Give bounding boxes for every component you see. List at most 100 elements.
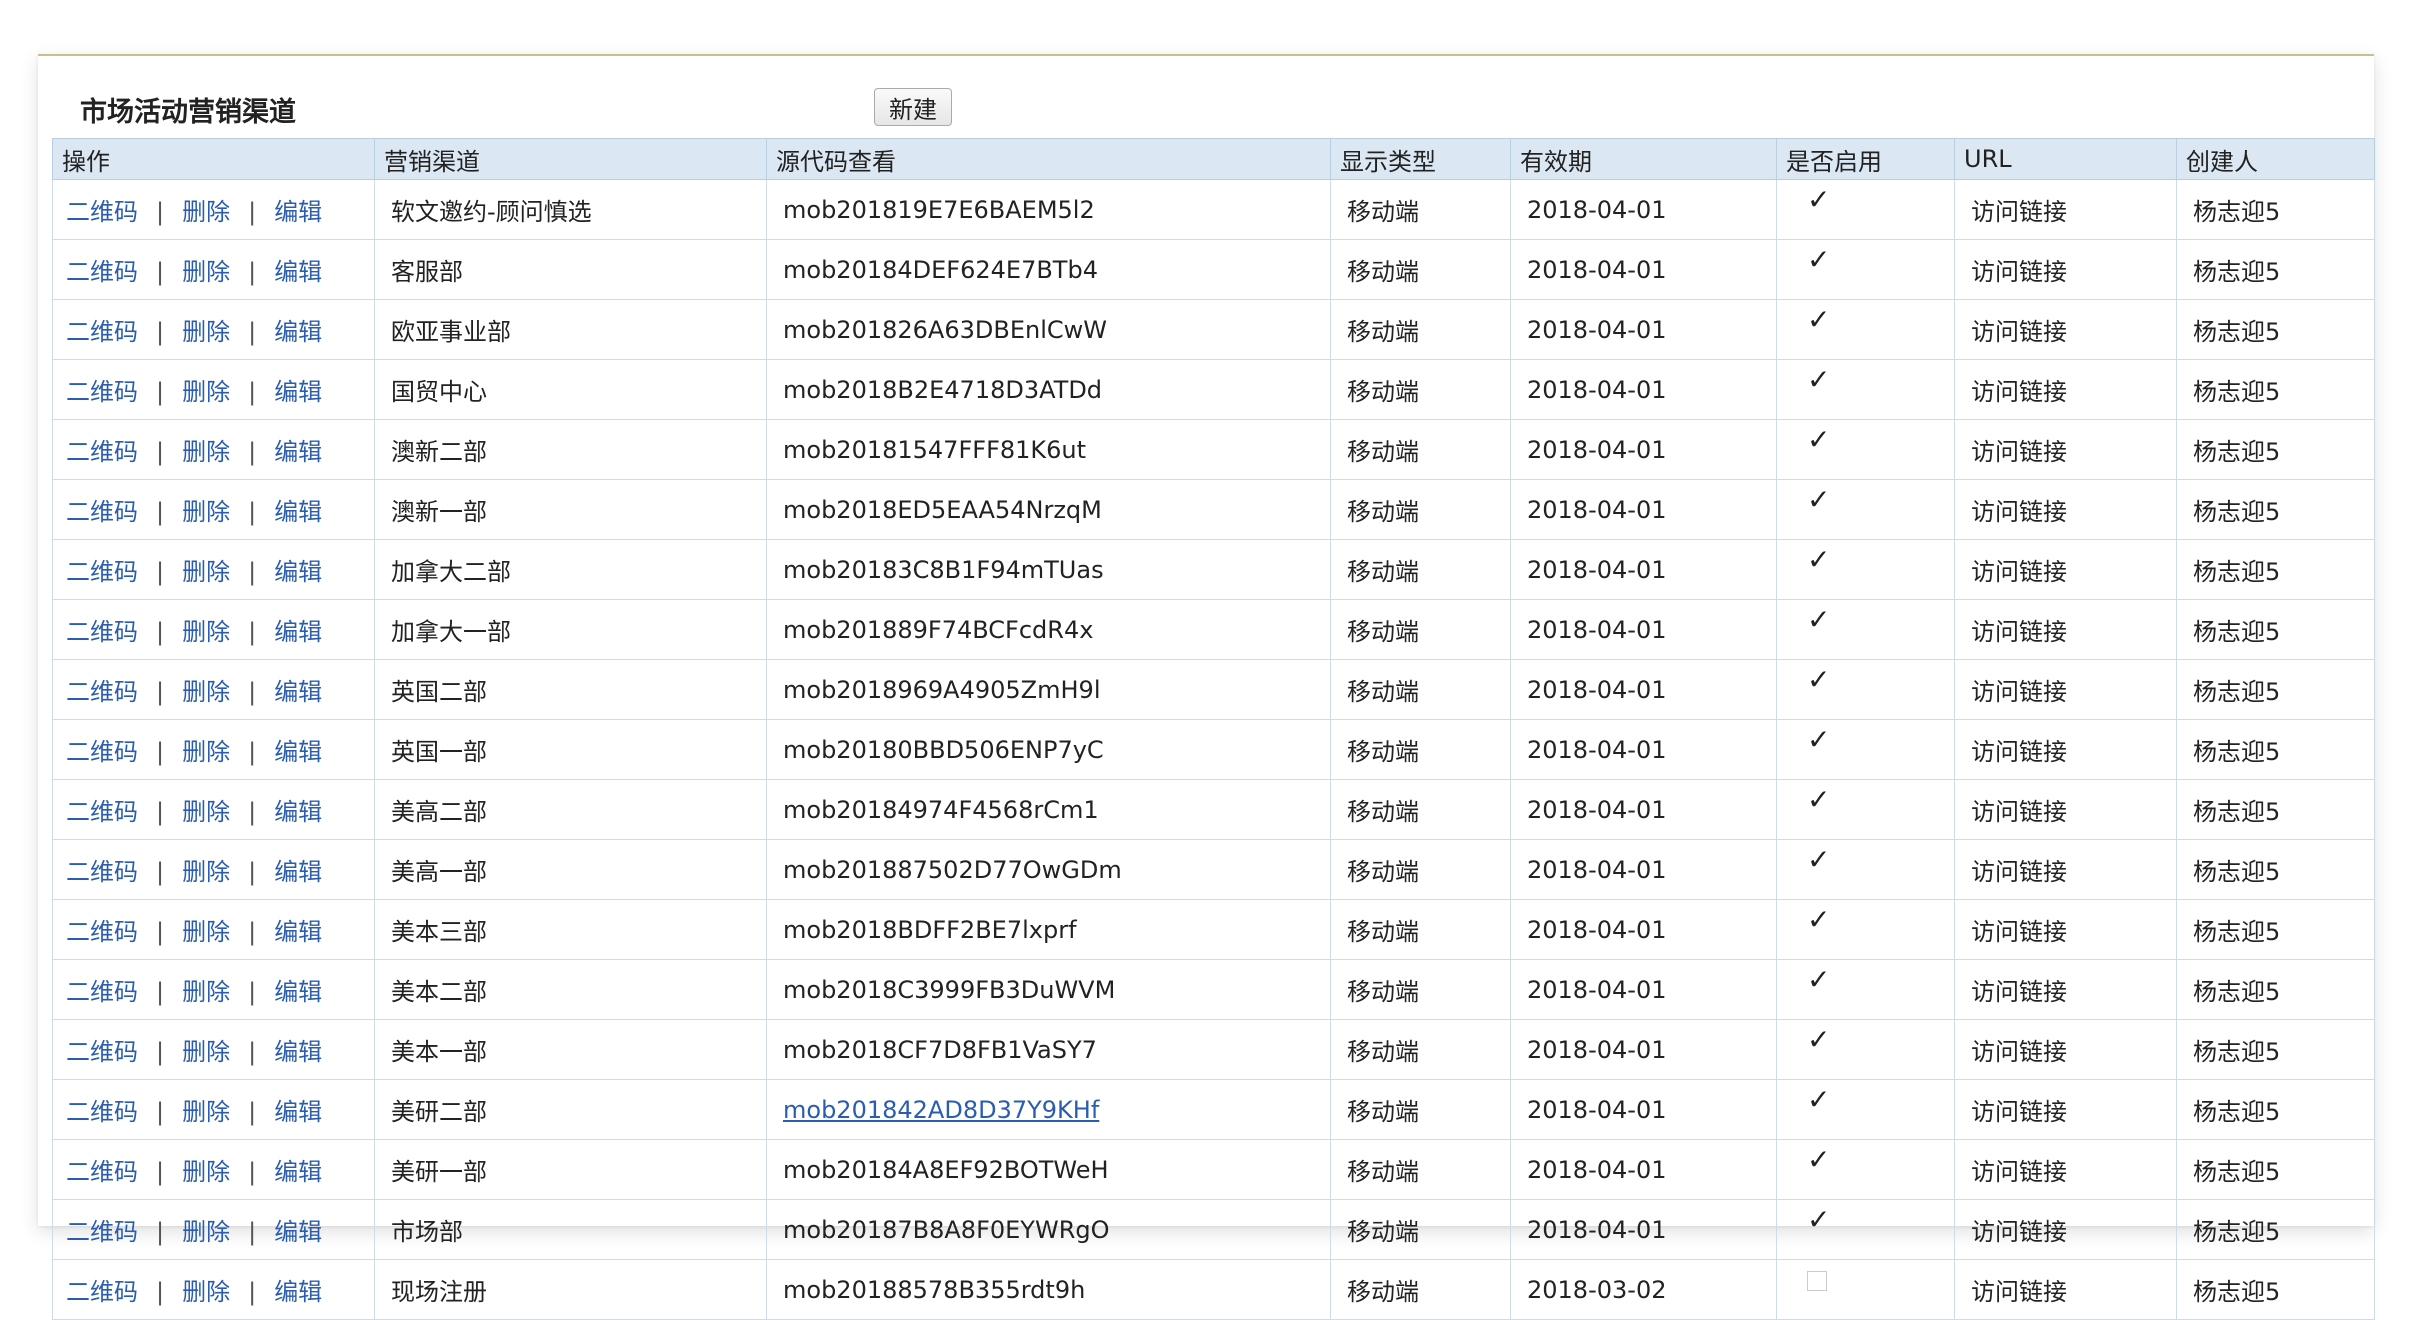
action-separator: | bbox=[156, 1218, 165, 1246]
qrcode-link[interactable]: 二维码 bbox=[66, 1218, 138, 1246]
delete-link[interactable]: 删除 bbox=[182, 1038, 230, 1066]
delete-link[interactable]: 删除 bbox=[182, 738, 230, 766]
source-code: mob20187B8A8F0EYWRgO bbox=[783, 1215, 1110, 1244]
edit-link[interactable]: 编辑 bbox=[274, 858, 322, 886]
enabled-cell: ✓ bbox=[1776, 899, 1955, 960]
edit-link[interactable]: 编辑 bbox=[274, 618, 322, 646]
edit-link[interactable]: 编辑 bbox=[274, 1098, 322, 1126]
action-separator: | bbox=[248, 1278, 257, 1306]
delete-link[interactable]: 删除 bbox=[182, 1158, 230, 1186]
delete-link[interactable]: 删除 bbox=[182, 438, 230, 466]
url-cell[interactable]: 访问链接 bbox=[1954, 1259, 2177, 1320]
qrcode-link[interactable]: 二维码 bbox=[66, 318, 138, 346]
source-code: mob2018BDFF2BE7lxprf bbox=[783, 915, 1077, 944]
channel-cell: 美研二部 bbox=[374, 1079, 767, 1140]
url-cell[interactable]: 访问链接 bbox=[1954, 359, 2177, 420]
delete-link[interactable]: 删除 bbox=[182, 1218, 230, 1246]
edit-link[interactable]: 编辑 bbox=[274, 378, 322, 406]
action-separator: | bbox=[156, 498, 165, 526]
channel-cell: 加拿大一部 bbox=[374, 599, 767, 660]
delete-link[interactable]: 删除 bbox=[182, 1278, 230, 1306]
url-cell[interactable]: 访问链接 bbox=[1954, 779, 2177, 840]
source-cell: mob20181547FFF81K6ut bbox=[766, 419, 1331, 480]
edit-link[interactable]: 编辑 bbox=[274, 498, 322, 526]
new-button[interactable]: 新建 bbox=[874, 88, 952, 126]
url-cell[interactable]: 访问链接 bbox=[1954, 239, 2177, 300]
edit-link[interactable]: 编辑 bbox=[274, 1158, 322, 1186]
url-cell[interactable]: 访问链接 bbox=[1954, 1139, 2177, 1200]
url-cell[interactable]: 访问链接 bbox=[1954, 419, 2177, 480]
delete-link[interactable]: 删除 bbox=[182, 678, 230, 706]
qrcode-link[interactable]: 二维码 bbox=[66, 1038, 138, 1066]
valid-date-cell: 2018-04-01 bbox=[1510, 299, 1777, 360]
qrcode-link[interactable]: 二维码 bbox=[66, 678, 138, 706]
qrcode-link[interactable]: 二维码 bbox=[66, 378, 138, 406]
delete-link[interactable]: 删除 bbox=[182, 558, 230, 586]
delete-link[interactable]: 删除 bbox=[182, 1098, 230, 1126]
delete-link[interactable]: 删除 bbox=[182, 918, 230, 946]
delete-link[interactable]: 删除 bbox=[182, 198, 230, 226]
edit-link[interactable]: 编辑 bbox=[274, 1218, 322, 1246]
url-cell[interactable]: 访问链接 bbox=[1954, 299, 2177, 360]
edit-link[interactable]: 编辑 bbox=[274, 678, 322, 706]
url-cell[interactable]: 访问链接 bbox=[1954, 959, 2177, 1020]
qrcode-link[interactable]: 二维码 bbox=[66, 1158, 138, 1186]
edit-link[interactable]: 编辑 bbox=[274, 978, 322, 1006]
action-separator: | bbox=[156, 1098, 165, 1126]
url-cell[interactable]: 访问链接 bbox=[1954, 599, 2177, 660]
qrcode-link[interactable]: 二维码 bbox=[66, 498, 138, 526]
source-code[interactable]: mob201842AD8D37Y9KHf bbox=[783, 1096, 1099, 1124]
url-cell[interactable]: 访问链接 bbox=[1954, 539, 2177, 600]
delete-link[interactable]: 删除 bbox=[182, 798, 230, 826]
delete-link[interactable]: 删除 bbox=[182, 978, 230, 1006]
creator-cell: 杨志迎5 bbox=[2176, 779, 2375, 840]
qrcode-link[interactable]: 二维码 bbox=[66, 258, 138, 286]
edit-link[interactable]: 编辑 bbox=[274, 1038, 322, 1066]
url-cell[interactable]: 访问链接 bbox=[1954, 899, 2177, 960]
table-row: 二维码 | 删除 | 编辑 加拿大二部 mob20183C8B1F94mTUas 移动端 201… bbox=[52, 539, 2375, 600]
enabled-check-icon: ✓ bbox=[1807, 783, 1831, 816]
qrcode-link[interactable]: 二维码 bbox=[66, 618, 138, 646]
source-code: mob2018969A4905ZmH9l bbox=[783, 675, 1101, 704]
edit-link[interactable]: 编辑 bbox=[274, 258, 322, 286]
edit-link[interactable]: 编辑 bbox=[274, 1278, 322, 1306]
qrcode-link[interactable]: 二维码 bbox=[66, 798, 138, 826]
qrcode-link[interactable]: 二维码 bbox=[66, 918, 138, 946]
qrcode-link[interactable]: 二维码 bbox=[66, 978, 138, 1006]
url-cell[interactable]: 访问链接 bbox=[1954, 1019, 2177, 1080]
edit-link[interactable]: 编辑 bbox=[274, 918, 322, 946]
edit-link[interactable]: 编辑 bbox=[274, 198, 322, 226]
qrcode-link[interactable]: 二维码 bbox=[66, 1098, 138, 1126]
delete-link[interactable]: 删除 bbox=[182, 498, 230, 526]
url-cell[interactable]: 访问链接 bbox=[1954, 839, 2177, 900]
table-row: 二维码 | 删除 | 编辑 市场部 mob20187B8A8F0EYWRgO 移动端 2018-… bbox=[52, 1199, 2375, 1260]
edit-link[interactable]: 编辑 bbox=[274, 438, 322, 466]
qrcode-link[interactable]: 二维码 bbox=[66, 858, 138, 886]
url-cell[interactable]: 访问链接 bbox=[1954, 1199, 2177, 1260]
url-cell[interactable]: 访问链接 bbox=[1954, 719, 2177, 780]
qrcode-link[interactable]: 二维码 bbox=[66, 198, 138, 226]
edit-link[interactable]: 编辑 bbox=[274, 318, 322, 346]
delete-link[interactable]: 删除 bbox=[182, 858, 230, 886]
edit-link[interactable]: 编辑 bbox=[274, 798, 322, 826]
url-cell[interactable]: 访问链接 bbox=[1954, 179, 2177, 240]
url-cell[interactable]: 访问链接 bbox=[1954, 659, 2177, 720]
qrcode-link[interactable]: 二维码 bbox=[66, 738, 138, 766]
qrcode-link[interactable]: 二维码 bbox=[66, 558, 138, 586]
edit-link[interactable]: 编辑 bbox=[274, 738, 322, 766]
source-cell: mob2018B2E4718D3ATDd bbox=[766, 359, 1331, 420]
qrcode-link[interactable]: 二维码 bbox=[66, 1278, 138, 1306]
enabled-cell: ✓ bbox=[1776, 1019, 1955, 1080]
url-cell[interactable]: 访问链接 bbox=[1954, 1079, 2177, 1140]
qrcode-link[interactable]: 二维码 bbox=[66, 438, 138, 466]
creator-cell: 杨志迎5 bbox=[2176, 419, 2375, 480]
action-separator: | bbox=[248, 1218, 257, 1246]
source-code: mob201819E7E6BAEM5l2 bbox=[783, 195, 1095, 224]
delete-link[interactable]: 删除 bbox=[182, 618, 230, 646]
delete-link[interactable]: 删除 bbox=[182, 258, 230, 286]
delete-link[interactable]: 删除 bbox=[182, 378, 230, 406]
edit-link[interactable]: 编辑 bbox=[274, 558, 322, 586]
delete-link[interactable]: 删除 bbox=[182, 318, 230, 346]
display-type-cell: 移动端 bbox=[1330, 1019, 1511, 1080]
url-cell[interactable]: 访问链接 bbox=[1954, 479, 2177, 540]
